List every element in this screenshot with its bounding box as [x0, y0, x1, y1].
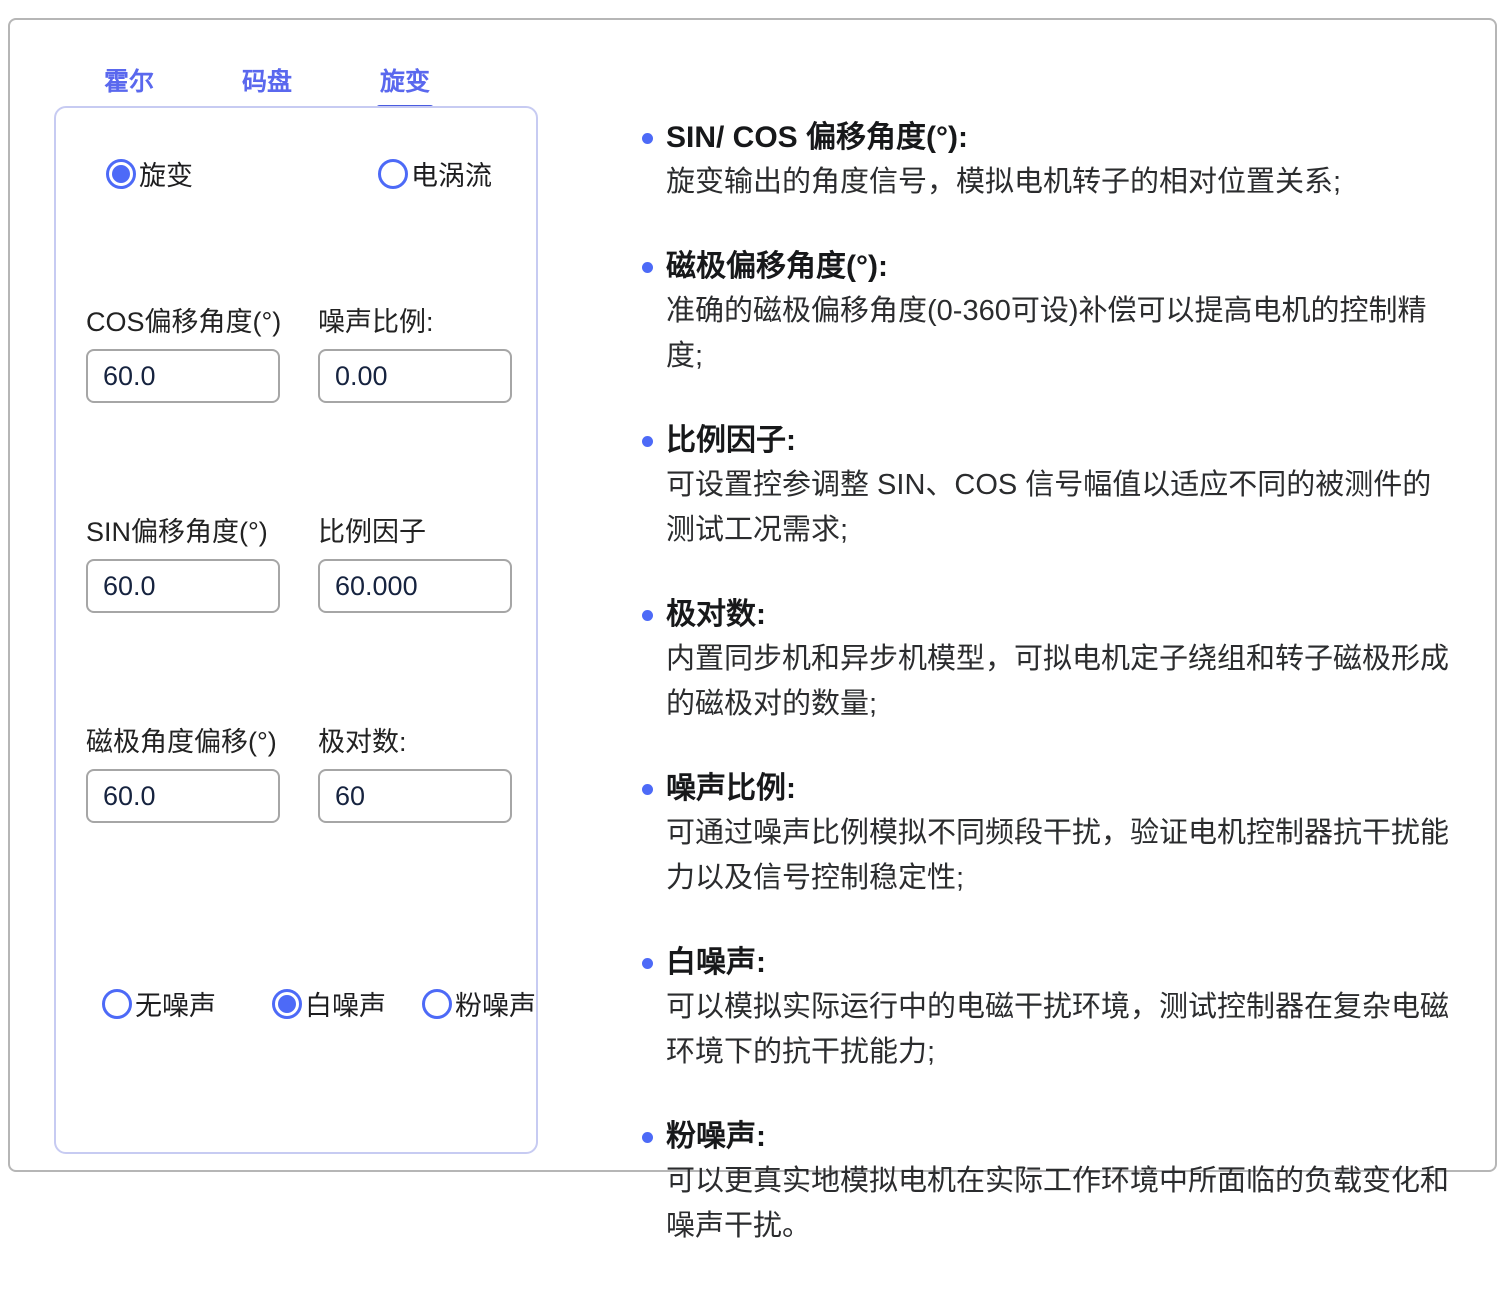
field-pole-angle-offset: 磁极角度偏移(°) 60.0: [86, 724, 280, 823]
radio-circle-icon: [422, 989, 452, 1019]
tab-bar: 霍尔 码盘 旋变: [100, 62, 434, 112]
description-term: SIN/ COS 偏移角度(°):: [666, 116, 1452, 160]
radio-resolver[interactable]: 旋变: [106, 154, 193, 193]
radio-label: 无噪声: [135, 984, 216, 1023]
description-text: 可设置控参调整 SIN、COS 信号幅值以适应不同的被测件的测试工况需求;: [640, 463, 1452, 553]
field-noise-ratio: 噪声比例: 0.00: [318, 304, 512, 403]
radio-label: 白噪声: [305, 984, 386, 1023]
cos-offset-input[interactable]: 60.0: [86, 349, 280, 403]
description-term: 白噪声:: [666, 941, 1452, 985]
field-label: 比例因子: [318, 514, 512, 550]
description-term: 极对数:: [666, 593, 1452, 637]
radio-circle-icon: [272, 989, 302, 1019]
field-pole-pairs: 极对数: 60: [318, 724, 512, 823]
field-label: 极对数:: [318, 724, 512, 760]
radio-label: 旋变: [139, 154, 193, 193]
bullet-icon: [642, 436, 653, 447]
pole-angle-offset-input[interactable]: 60.0: [86, 769, 280, 823]
field-label: 磁极角度偏移(°): [86, 724, 280, 760]
description-item-pink-noise: 粉噪声: 可以更真实地模拟电机在实际工作环境中所面临的负载变化和噪声干扰。: [640, 1115, 1452, 1249]
window-frame: 霍尔 码盘 旋变 旋变 电涡流 COS偏移角度(°) 60.0 噪声比例: 0.…: [8, 18, 1497, 1172]
description-item-pole-pairs: 极对数: 内置同步机和异步机模型，可拟电机定子绕组和转子磁极形成的磁极对的数量;: [640, 593, 1452, 727]
description-term: 噪声比例:: [666, 767, 1452, 811]
description-text: 可以更真实地模拟电机在实际工作环境中所面临的负载变化和噪声干扰。: [640, 1159, 1452, 1249]
radio-no-noise[interactable]: 无噪声: [102, 984, 216, 1023]
description-term: 磁极偏移角度(°):: [666, 245, 1452, 289]
field-label: SIN偏移角度(°): [86, 514, 280, 550]
pole-pairs-input[interactable]: 60: [318, 769, 512, 823]
tab-encoder[interactable]: 码盘: [238, 62, 296, 112]
description-item-white-noise: 白噪声: 可以模拟实际运行中的电磁干扰环境，测试控制器在复杂电磁环境下的抗干扰能…: [640, 941, 1452, 1075]
radio-pink-noise[interactable]: 粉噪声: [422, 984, 536, 1023]
bullet-icon: [642, 262, 653, 273]
scale-factor-input[interactable]: 60.000: [318, 559, 512, 613]
description-text: 可以模拟实际运行中的电磁干扰环境，测试控制器在复杂电磁环境下的抗干扰能力;: [640, 985, 1452, 1075]
bullet-icon: [642, 610, 653, 621]
resolver-settings-panel: 旋变 电涡流 COS偏移角度(°) 60.0 噪声比例: 0.00 SIN偏移角…: [54, 106, 538, 1154]
sin-offset-input[interactable]: 60.0: [86, 559, 280, 613]
bullet-icon: [642, 1132, 653, 1143]
field-sin-offset: SIN偏移角度(°) 60.0: [86, 514, 280, 613]
description-item-sin-cos-offset: SIN/ COS 偏移角度(°): 旋变输出的角度信号，模拟电机转子的相对位置关…: [640, 116, 1452, 205]
bullet-icon: [642, 133, 653, 144]
tab-hall[interactable]: 霍尔: [100, 62, 158, 112]
description-item-pole-offset: 磁极偏移角度(°): 准确的磁极偏移角度(0-360可设)补偿可以提高电机的控制…: [640, 245, 1452, 379]
description-text: 内置同步机和异步机模型，可拟电机定子绕组和转子磁极形成的磁极对的数量;: [640, 637, 1452, 727]
radio-label: 粉噪声: [455, 984, 536, 1023]
noise-ratio-input[interactable]: 0.00: [318, 349, 512, 403]
radio-white-noise[interactable]: 白噪声: [272, 984, 386, 1023]
description-text: 旋变输出的角度信号，模拟电机转子的相对位置关系;: [640, 160, 1452, 205]
field-label: COS偏移角度(°): [86, 304, 280, 340]
description-term: 粉噪声:: [666, 1115, 1452, 1159]
description-item-noise-ratio: 噪声比例: 可通过噪声比例模拟不同频段干扰，验证电机控制器抗干扰能力以及信号控制…: [640, 767, 1452, 901]
radio-circle-icon: [102, 989, 132, 1019]
radio-eddy-current[interactable]: 电涡流: [378, 154, 492, 193]
radio-circle-icon: [106, 159, 136, 189]
description-text: 可通过噪声比例模拟不同频段干扰，验证电机控制器抗干扰能力以及信号控制稳定性;: [640, 811, 1452, 901]
description-text: 准确的磁极偏移角度(0-360可设)补偿可以提高电机的控制精度;: [640, 289, 1452, 379]
bullet-icon: [642, 784, 653, 795]
radio-label: 电涡流: [411, 154, 492, 193]
bullet-icon: [642, 958, 653, 969]
field-scale-factor: 比例因子 60.000: [318, 514, 512, 613]
tab-resolver[interactable]: 旋变: [376, 62, 434, 112]
field-label: 噪声比例:: [318, 304, 512, 340]
radio-circle-icon: [378, 159, 408, 189]
field-cos-offset: COS偏移角度(°) 60.0: [86, 304, 280, 403]
description-list: SIN/ COS 偏移角度(°): 旋变输出的角度信号，模拟电机转子的相对位置关…: [640, 116, 1452, 1289]
description-item-scale-factor: 比例因子: 可设置控参调整 SIN、COS 信号幅值以适应不同的被测件的测试工况…: [640, 419, 1452, 553]
description-term: 比例因子:: [666, 419, 1452, 463]
